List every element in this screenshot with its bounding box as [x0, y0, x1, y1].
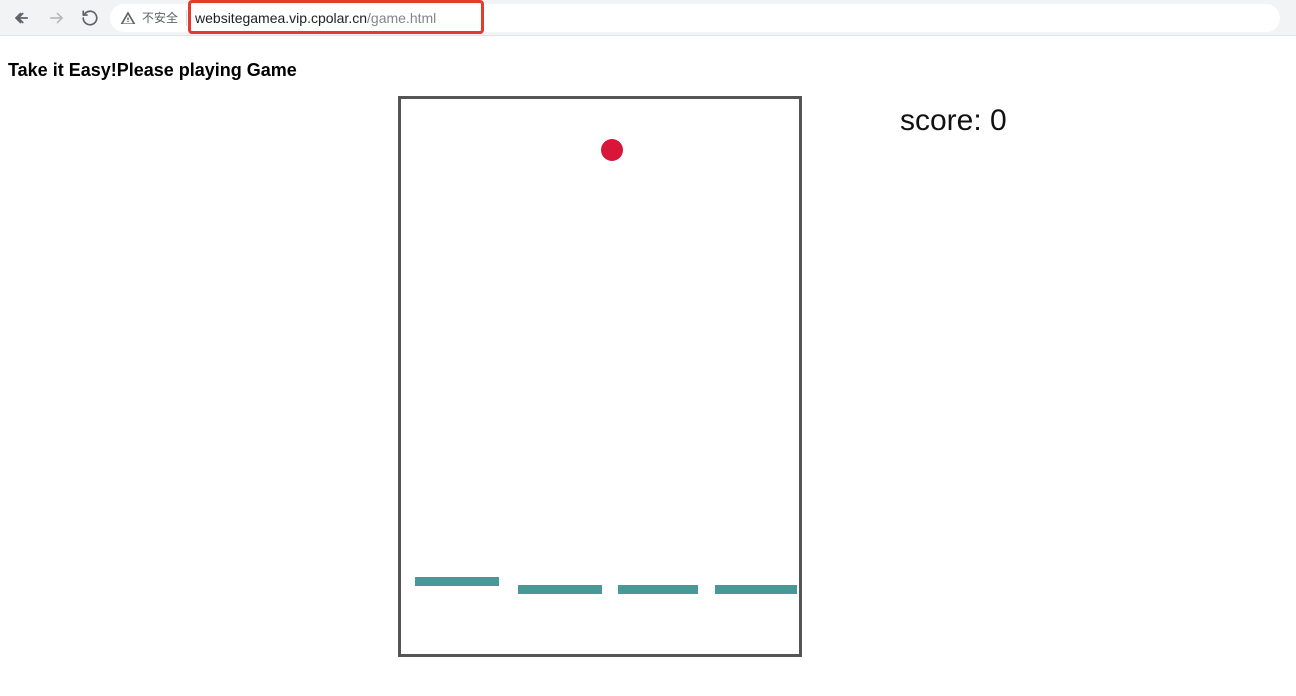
back-button[interactable] — [8, 4, 36, 32]
score-label: score: — [900, 104, 990, 137]
warning-icon — [120, 10, 136, 26]
arrow-left-icon — [13, 9, 31, 27]
game-platform — [518, 585, 602, 594]
game-platform — [715, 585, 797, 594]
game-canvas[interactable] — [398, 96, 802, 657]
omnibox-divider — [186, 10, 187, 26]
url-path: /game.html — [367, 10, 436, 26]
reload-button[interactable] — [76, 4, 104, 32]
score-display: score: 0 — [900, 104, 1007, 138]
game-ball — [601, 139, 623, 161]
score-value: 0 — [990, 104, 1007, 137]
game-platform — [415, 577, 499, 586]
page-heading: Take it Easy!Please playing Game — [8, 60, 297, 81]
url-host: websitegamea.vip.cpolar.cn — [195, 10, 367, 26]
game-platform — [618, 585, 698, 594]
forward-button[interactable] — [42, 4, 70, 32]
arrow-right-icon — [47, 9, 65, 27]
page-body: Take it Easy!Please playing Game score: … — [0, 36, 1296, 696]
game-canvas-wrap — [398, 96, 802, 657]
reload-icon — [81, 9, 99, 27]
address-bar[interactable]: 不安全 websitegamea.vip.cpolar.cn/game.html — [110, 4, 1280, 32]
browser-toolbar: 不安全 websitegamea.vip.cpolar.cn/game.html — [0, 0, 1296, 36]
security-label: 不安全 — [142, 9, 178, 26]
url-text: websitegamea.vip.cpolar.cn/game.html — [195, 10, 436, 26]
